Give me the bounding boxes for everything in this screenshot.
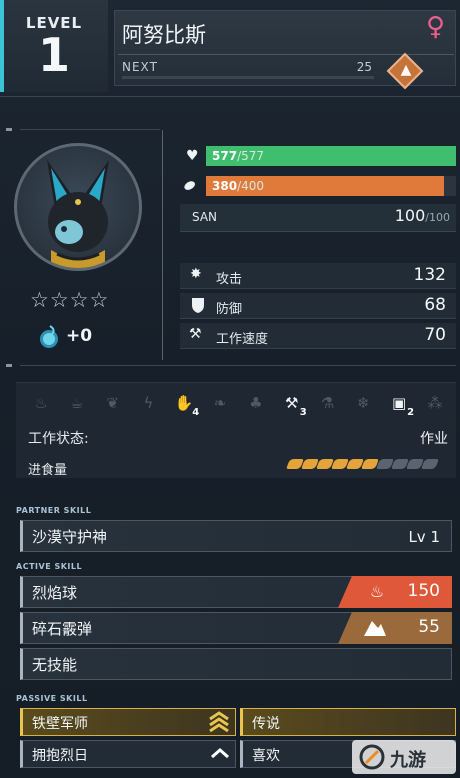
- pal-soul-icon: [40, 325, 58, 348]
- attack-icon: ✸: [190, 266, 202, 282]
- planting-icon[interactable]: ❦: [100, 390, 126, 416]
- electricity-icon[interactable]: ϟ: [135, 390, 161, 416]
- section-divider: [20, 129, 160, 130]
- lumbering-icon[interactable]: ♣: [243, 390, 269, 416]
- partner-skill-header: PARTNER SKILL: [16, 506, 92, 515]
- active-skill-name: 无技能: [32, 656, 78, 674]
- food-icon: ⬬: [180, 176, 200, 196]
- farming-icon[interactable]: ⁂: [422, 390, 448, 416]
- section-divider: [20, 365, 456, 366]
- work-level-badge: 4: [192, 407, 200, 418]
- exp-progress-bar: [122, 76, 374, 79]
- work-level-badge: 3: [299, 407, 307, 418]
- header-divider: [0, 96, 460, 97]
- active-skill-row[interactable]: [20, 648, 452, 680]
- divider-marker: [6, 364, 12, 367]
- hunger-max: /400: [237, 179, 265, 193]
- active-skill-power: 150: [407, 581, 440, 601]
- active-skill-name: 烈焰球: [32, 584, 78, 602]
- san-value: 100: [394, 206, 426, 225]
- level-value: 1: [37, 28, 70, 82]
- next-exp-value: 25: [356, 60, 372, 74]
- pal-name[interactable]: 阿努比斯: [122, 19, 206, 49]
- watering-icon[interactable]: ☕: [64, 390, 90, 416]
- defense-value: 68: [424, 295, 446, 315]
- san-label: SAN: [192, 210, 218, 224]
- attack-value: 132: [413, 265, 446, 285]
- work-level-badge: 2: [407, 407, 415, 418]
- passive-skill-name: 传说: [252, 716, 280, 732]
- san-max: /100: [425, 211, 450, 224]
- medicine-icon[interactable]: ⚗: [315, 390, 341, 416]
- work-status-label: 工作状态:: [28, 431, 89, 447]
- hp-text: 577/577: [212, 146, 264, 166]
- kindling-icon[interactable]: ♨: [28, 390, 54, 416]
- partner-skill-name: 沙漠守护神: [32, 528, 108, 546]
- star-rating: ☆☆☆☆: [30, 288, 110, 312]
- food-pip-icon: [421, 459, 439, 469]
- soul-bonus: +0: [66, 326, 93, 346]
- hammer-icon: ⚒: [189, 326, 202, 342]
- transporting-icon[interactable]: ▣ 2: [386, 390, 415, 418]
- hunger-text: 380/400: [212, 176, 264, 196]
- cooling-icon[interactable]: ❄: [350, 390, 376, 416]
- active-skill-power: 55: [418, 617, 440, 637]
- anubis-portrait-icon: [47, 160, 109, 268]
- mining-icon[interactable]: ⚒ 3: [279, 390, 307, 418]
- vertical-divider: [162, 130, 163, 360]
- passive-skill-header: PASSIVE SKILL: [16, 694, 88, 703]
- defense-label: 防御: [216, 302, 243, 317]
- active-skill-header: ACTIVE SKILL: [16, 562, 83, 571]
- divider-marker: [6, 128, 12, 131]
- next-exp-label: NEXT: [122, 60, 158, 74]
- san-value-text: 100/100: [340, 206, 450, 225]
- work-suitability-list: ♨ ☕ ❦ ϟ ✋ 4 ❧ ♣ ⚒ 3 ⚗ ❄ ▣ 2 ⁂: [28, 390, 448, 418]
- pyramid-icon: ▲: [400, 62, 412, 78]
- shield-icon: [192, 298, 204, 313]
- work-speed-value: 70: [424, 325, 446, 345]
- passive-skill-name: 铁壁军师: [32, 716, 88, 732]
- heart-icon: ♥: [186, 148, 199, 164]
- watermark-text: 九游: [390, 750, 426, 771]
- hp-max: /577: [237, 149, 265, 163]
- passive-skill-name: 拥抱烈日: [32, 748, 88, 764]
- work-speed-label: 工作速度: [216, 332, 269, 347]
- attack-label: 攻击: [216, 272, 243, 287]
- handiwork-icon[interactable]: ✋ 4: [171, 390, 200, 418]
- passive-skill-name: 喜欢: [252, 748, 280, 764]
- female-symbol-icon: ♀: [426, 12, 446, 42]
- food-intake-label: 进食量: [28, 463, 68, 478]
- work-status-value[interactable]: 作业: [380, 428, 448, 448]
- hp-value: 577: [212, 149, 238, 163]
- food-intake-meter: [286, 459, 439, 469]
- partner-skill-level: Lv 1: [408, 528, 440, 546]
- hunger-value: 380: [212, 179, 238, 193]
- site-logo-icon: [359, 744, 385, 770]
- active-skill-name: 碎石霰弹: [32, 620, 93, 638]
- pal-portrait: [14, 143, 142, 271]
- chevron-up-icon: [211, 748, 229, 759]
- gathering-icon[interactable]: ❧: [207, 390, 233, 416]
- triple-chevron-up-icon: [209, 711, 229, 733]
